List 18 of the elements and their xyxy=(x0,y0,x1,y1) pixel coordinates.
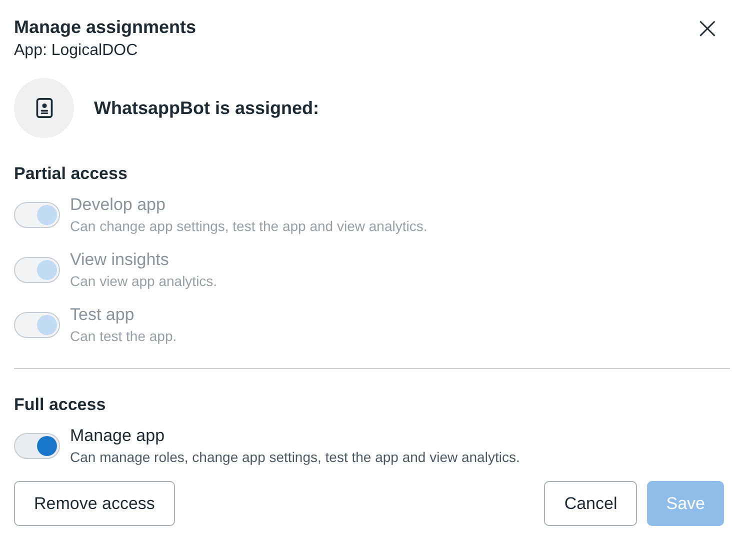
permission-description: Can change app settings, test the app and view analytics. xyxy=(70,217,428,236)
assignee-heading: WhatsappBot is assigned: xyxy=(94,98,320,118)
permission-description: Can manage roles, change app settings, test the app and view analytics. xyxy=(70,448,520,467)
toggle-switch[interactable] xyxy=(14,433,60,459)
id-badge-icon xyxy=(36,98,52,118)
permission-label: Test app xyxy=(70,304,136,326)
permission-description: Can test the app. xyxy=(70,327,177,346)
close-button[interactable]: × xyxy=(690,16,724,42)
dialog-title: Manage assignments xyxy=(14,16,196,39)
section-heading: Full access xyxy=(14,395,107,415)
section-heading: Partial access xyxy=(14,164,128,184)
permission-label: Develop app xyxy=(70,194,166,216)
permission-label: Manage app xyxy=(70,425,166,447)
permission-label: View insights xyxy=(70,249,170,271)
app-name: App: LogicalDOC xyxy=(14,41,139,61)
permission-description: Can view app analytics. xyxy=(70,272,218,291)
remove-access-button[interactable]: Remove access xyxy=(14,481,175,526)
cancel-button[interactable]: Cancel xyxy=(544,481,638,526)
